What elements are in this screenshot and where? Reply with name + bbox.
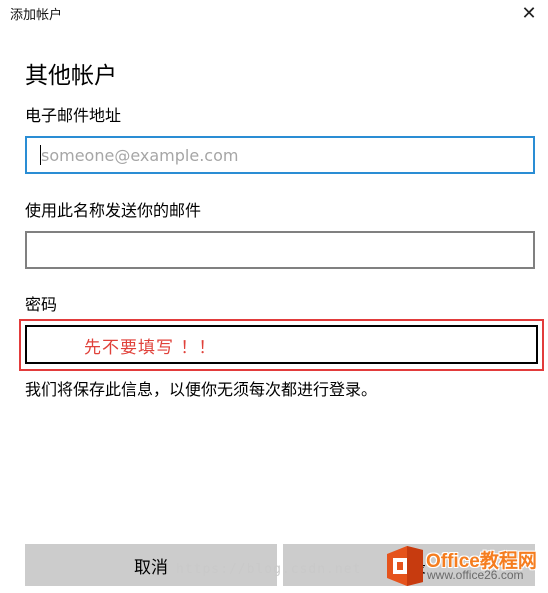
page-title: 其他帐户	[25, 63, 117, 89]
text-caret	[40, 145, 41, 165]
email-field[interactable]	[25, 136, 535, 174]
password-label: 密码	[25, 295, 58, 314]
window-title: 添加帐户	[10, 8, 63, 23]
send-name-field[interactable]	[25, 231, 535, 269]
watermark-url: https://blog.csdn.net	[176, 562, 362, 577]
add-account-dialog: 添加帐户 ✕ 其他帐户 电子邮件地址 使用此名称发送你的邮件 密码 先不要填写 …	[0, 0, 548, 593]
office-logo-icon	[387, 546, 423, 586]
send-name-label: 使用此名称发送你的邮件	[25, 201, 202, 220]
email-label: 电子邮件地址	[25, 106, 122, 125]
office-logo: Office教程网 www.office26.com	[385, 544, 545, 588]
annotation-note: 先不要填写 ！！	[84, 338, 217, 358]
logo-domain: www.office26.com	[427, 568, 524, 582]
close-icon[interactable]: ✕	[518, 2, 540, 24]
info-text: 我们将保存此信息，以便你无须每次都进行登录。	[25, 380, 378, 399]
